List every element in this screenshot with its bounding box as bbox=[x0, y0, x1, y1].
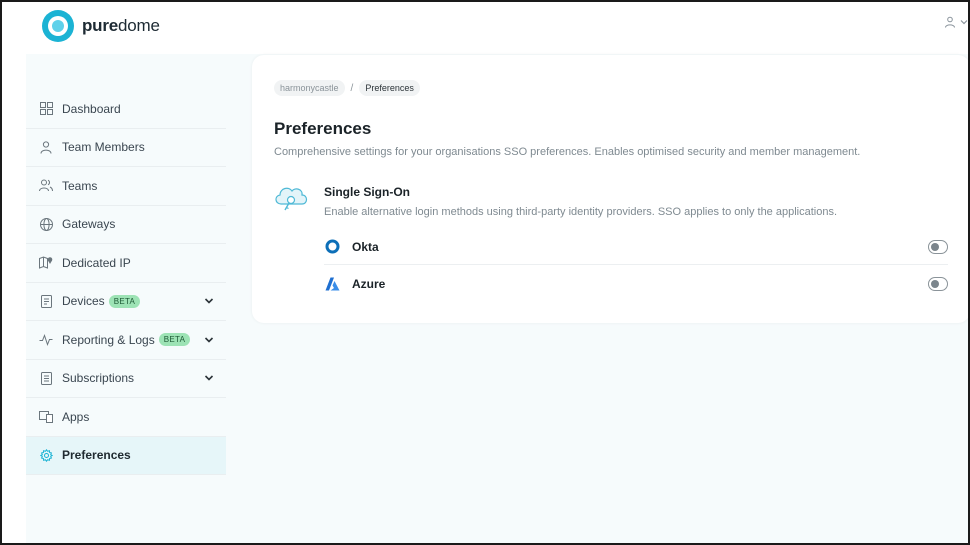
sidebar-item-label: Gateways bbox=[62, 217, 116, 232]
provider-name: Azure bbox=[352, 277, 386, 291]
chevron-down-icon[interactable] bbox=[204, 335, 214, 345]
brand-logo[interactable]: puredome bbox=[42, 10, 160, 42]
page-title: Preferences bbox=[274, 119, 372, 138]
cloud-key-icon bbox=[272, 182, 310, 221]
beta-badge: BETA bbox=[108, 294, 141, 308]
beta-badge: BETA bbox=[158, 333, 191, 347]
sidebar-item-apps[interactable]: Apps bbox=[26, 398, 226, 437]
sso-description: Enable alternative login methods using t… bbox=[324, 206, 838, 218]
sso-title: Single Sign-On bbox=[324, 185, 410, 199]
subscription-icon bbox=[39, 371, 53, 385]
map-pin-icon bbox=[39, 256, 53, 270]
sidebar-item-label: Dashboard bbox=[62, 101, 121, 116]
azure-toggle[interactable] bbox=[928, 277, 948, 291]
sidebar-item-label: Apps bbox=[62, 409, 90, 424]
device-icon bbox=[39, 294, 53, 308]
sidebar-item-subscriptions[interactable]: Subscriptions bbox=[26, 359, 226, 398]
sidebar-item-teams[interactable]: Teams bbox=[26, 167, 226, 206]
breadcrumb: harmonycastle / Preferences bbox=[274, 80, 420, 96]
sidebar-item-reporting-logs[interactable]: Reporting & Logs BETA bbox=[26, 321, 226, 360]
page-description: Comprehensive settings for your organisa… bbox=[274, 146, 861, 158]
chevron-down-icon[interactable] bbox=[204, 373, 214, 383]
sidebar-item-label: Reporting & Logs bbox=[62, 332, 155, 347]
user-icon bbox=[39, 140, 53, 154]
chevron-down-icon bbox=[960, 20, 968, 25]
sidebar-item-preferences[interactable]: Preferences bbox=[26, 436, 226, 475]
sidebar-item-devices[interactable]: Devices BETA bbox=[26, 282, 226, 321]
okta-toggle[interactable] bbox=[928, 239, 948, 254]
breadcrumb-current: Preferences bbox=[359, 80, 420, 96]
user-icon bbox=[945, 16, 955, 28]
sidebar-item-label: Team Members bbox=[62, 140, 145, 155]
sidebar-item-label: Subscriptions bbox=[62, 371, 135, 386]
top-bar: puredome bbox=[2, 2, 968, 54]
activity-icon bbox=[39, 333, 53, 347]
logo-icon bbox=[42, 10, 74, 42]
brand-name: puredome bbox=[82, 16, 160, 35]
gear-icon bbox=[39, 448, 53, 462]
chevron-down-icon[interactable] bbox=[204, 296, 214, 306]
apps-icon bbox=[39, 410, 53, 424]
app-window: puredome Dashboard Team Members Teams Ga… bbox=[2, 2, 968, 543]
user-menu[interactable] bbox=[944, 16, 968, 28]
breadcrumb-separator: / bbox=[350, 82, 354, 94]
sidebar-item-dedicated-ip[interactable]: Dedicated IP bbox=[26, 244, 226, 283]
breadcrumb-root[interactable]: harmonycastle bbox=[274, 80, 345, 96]
sidebar-item-label: Dedicated IP bbox=[62, 255, 131, 270]
provider-row-okta: Okta bbox=[324, 229, 948, 265]
azure-logo-icon bbox=[324, 276, 340, 292]
sidebar-item-team-members[interactable]: Team Members bbox=[26, 128, 226, 167]
globe-icon bbox=[39, 217, 53, 231]
provider-row-azure: Azure bbox=[324, 266, 948, 302]
sidebar-item-label: Teams bbox=[62, 178, 98, 193]
left-margin bbox=[2, 2, 26, 543]
sidebar-item-gateways[interactable]: Gateways bbox=[26, 205, 226, 244]
users-icon bbox=[39, 179, 53, 193]
sidebar-item-label: Preferences bbox=[62, 448, 131, 463]
preferences-card: harmonycastle / Preferences Preferences … bbox=[252, 55, 968, 323]
provider-name: Okta bbox=[352, 239, 379, 254]
sidebar: Dashboard Team Members Teams Gateways De… bbox=[26, 90, 226, 475]
sidebar-item-dashboard[interactable]: Dashboard bbox=[26, 90, 226, 129]
dashboard-icon bbox=[39, 102, 53, 116]
sidebar-item-label: Devices bbox=[62, 294, 105, 309]
okta-logo-icon bbox=[324, 239, 340, 255]
